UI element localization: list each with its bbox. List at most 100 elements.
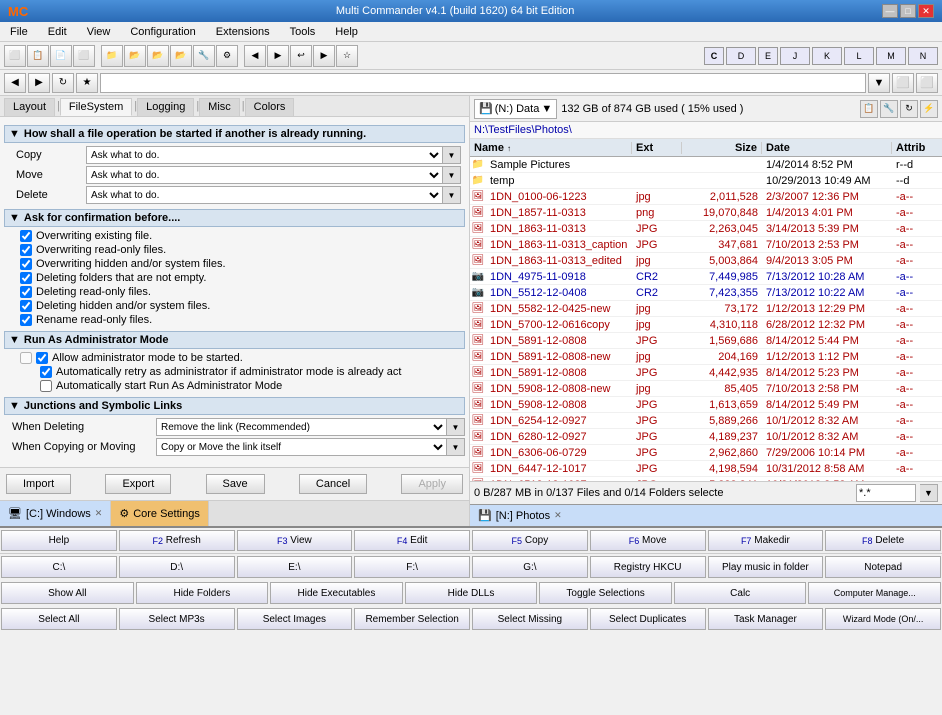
chk-delete-hidden[interactable] bbox=[20, 300, 32, 312]
fh-icon-refresh[interactable]: ↻ bbox=[900, 100, 918, 118]
btn-drive-f[interactable]: F:\ bbox=[354, 556, 470, 578]
toolbar-btn-3[interactable]: 📄 bbox=[50, 45, 72, 67]
tab-misc[interactable]: Misc bbox=[199, 98, 240, 116]
menu-help[interactable]: Help bbox=[329, 25, 364, 39]
close-button[interactable]: ✕ bbox=[918, 4, 934, 18]
btn-hide-dlls[interactable]: Hide DLLs bbox=[405, 582, 538, 604]
drive-dropdown-arrow[interactable]: ▼ bbox=[541, 103, 552, 115]
file-row[interactable]: 🖼 1DN_6280-12-0927 JPG 4,189,237 10/1/20… bbox=[470, 429, 942, 445]
drive-j-btn[interactable]: J bbox=[780, 47, 810, 65]
when-deleting-select[interactable]: Remove the link (Recommended) bbox=[156, 418, 447, 436]
file-row[interactable]: 🖼 1DN_1863-11-0313_edited jpg 5,003,864 … bbox=[470, 253, 942, 269]
btn-edit[interactable]: F4 Edit bbox=[354, 530, 470, 551]
drive-k-btn[interactable]: K bbox=[812, 47, 842, 65]
save-button[interactable]: Save bbox=[206, 474, 265, 494]
btn-notepad[interactable]: Notepad bbox=[825, 556, 941, 578]
btn-makedir[interactable]: F7 Makedir bbox=[708, 530, 824, 551]
copy-select-arrow[interactable]: ▼ bbox=[443, 146, 461, 164]
menu-view[interactable]: View bbox=[81, 25, 117, 39]
drive-m-btn[interactable]: M bbox=[876, 47, 906, 65]
file-row[interactable]: 🖼 1DN_6447-12-1017 JPG 4,198,594 10/31/2… bbox=[470, 461, 942, 477]
forward-button[interactable]: ▶ bbox=[28, 73, 50, 93]
when-deleting-arrow[interactable]: ▼ bbox=[447, 418, 465, 436]
when-copying-select[interactable]: Copy or Move the link itself bbox=[156, 438, 447, 456]
toolbar-btn-2[interactable]: 📋 bbox=[27, 45, 49, 67]
toolbar-btn-10[interactable]: ⚙ bbox=[216, 45, 238, 67]
file-row[interactable]: 🖼 1DN_5582-12-0425-new jpg 73,172 1/12/2… bbox=[470, 301, 942, 317]
file-row[interactable]: 🖼 1DN_5700-12-0616copy jpg 4,310,118 6/2… bbox=[470, 317, 942, 333]
chk-admin-autostart[interactable] bbox=[40, 380, 52, 392]
drive-c-btn[interactable]: C bbox=[704, 47, 724, 65]
btn-select-mp3s[interactable]: Select MP3s bbox=[119, 608, 235, 630]
file-row[interactable]: 🖼 1DN_6254-12-0927 JPG 5,889,266 10/1/20… bbox=[470, 413, 942, 429]
btn-help[interactable]: Help bbox=[1, 530, 117, 551]
tab-c-windows[interactable]: 🖥 [C:] Windows ✕ bbox=[0, 501, 111, 526]
tab-core-settings[interactable]: ⚙ Core Settings bbox=[111, 501, 209, 526]
drive-e-btn[interactable]: E bbox=[758, 47, 778, 65]
btn-select-missing[interactable]: Select Missing bbox=[472, 608, 588, 630]
file-row[interactable]: 🖼 1DN_5891-12-0808 JPG 4,442,935 8/14/20… bbox=[470, 365, 942, 381]
btn-drive-d[interactable]: D:\ bbox=[119, 556, 235, 578]
import-button[interactable]: Import bbox=[6, 474, 71, 494]
col-header-name[interactable]: Name ↑ bbox=[470, 142, 632, 154]
move-select-arrow[interactable]: ▼ bbox=[443, 166, 461, 184]
drive-d-btn[interactable]: D bbox=[726, 47, 756, 65]
col-header-date[interactable]: Date bbox=[762, 142, 892, 154]
toolbar-btn-6[interactable]: 📂 bbox=[124, 45, 146, 67]
nav-icon-1[interactable]: ⬜ bbox=[892, 73, 914, 93]
window-controls[interactable]: — □ ✕ bbox=[882, 4, 934, 18]
toolbar-btn-7[interactable]: 📂 bbox=[147, 45, 169, 67]
btn-calc[interactable]: Calc bbox=[674, 582, 807, 604]
file-row[interactable]: 🖼 1DN_1863-11-0313 JPG 2,263,045 3/14/20… bbox=[470, 221, 942, 237]
file-row[interactable]: 📷 1DN_4975-11-0918 CR2 7,449,985 7/13/20… bbox=[470, 269, 942, 285]
btn-play-music[interactable]: Play music in folder bbox=[708, 556, 824, 578]
file-row[interactable]: 🖼 1DN_0100-06-1223 jpg 2,011,528 2/3/200… bbox=[470, 189, 942, 205]
btn-select-duplicates[interactable]: Select Duplicates bbox=[590, 608, 706, 630]
chk-admin-retry[interactable] bbox=[40, 366, 52, 378]
btn-copy[interactable]: F5 Copy bbox=[472, 530, 588, 551]
btn-move[interactable]: F6 Move bbox=[590, 530, 706, 551]
nav-icon-2[interactable]: ⬜ bbox=[916, 73, 938, 93]
move-select[interactable]: Ask what to do. bbox=[86, 166, 443, 184]
btn-refresh[interactable]: F2 Refresh bbox=[119, 530, 235, 551]
tab-c-close[interactable]: ✕ bbox=[95, 508, 103, 519]
btn-select-all[interactable]: Select All bbox=[1, 608, 117, 630]
minimize-button[interactable]: — bbox=[882, 4, 898, 18]
file-row[interactable]: 🖼 1DN_5891-12-0808-new jpg 204,169 1/12/… bbox=[470, 349, 942, 365]
export-button[interactable]: Export bbox=[105, 474, 171, 494]
chk-overwrite-hidden[interactable] bbox=[20, 258, 32, 270]
btn-registry[interactable]: Registry HKCU bbox=[590, 556, 706, 578]
collapse-icon-3[interactable]: ▼ bbox=[9, 334, 20, 346]
file-row[interactable]: 🖼 1DN_6306-06-0729 JPG 2,962,860 7/29/20… bbox=[470, 445, 942, 461]
menu-edit[interactable]: Edit bbox=[42, 25, 73, 39]
chk-admin-allow[interactable] bbox=[20, 352, 32, 364]
toolbar-btn-14[interactable]: ▶ bbox=[313, 45, 335, 67]
delete-select[interactable]: Ask what to do. bbox=[86, 186, 443, 204]
chk-rename-readonly[interactable] bbox=[20, 314, 32, 326]
btn-hide-executables[interactable]: Hide Executables bbox=[270, 582, 403, 604]
fh-icon-1[interactable]: 📋 bbox=[860, 100, 878, 118]
btn-task-manager[interactable]: Task Manager bbox=[708, 608, 824, 630]
btn-toggle-selections[interactable]: Toggle Selections bbox=[539, 582, 672, 604]
when-copying-arrow[interactable]: ▼ bbox=[447, 438, 465, 456]
tab-layout[interactable]: Layout bbox=[4, 98, 55, 116]
file-filter-input[interactable] bbox=[856, 484, 916, 502]
toolbar-btn-4[interactable]: ⬜ bbox=[73, 45, 95, 67]
btn-hide-folders[interactable]: Hide Folders bbox=[136, 582, 269, 604]
cancel-button[interactable]: Cancel bbox=[299, 474, 367, 494]
file-row[interactable]: 🖼 1DN_5908-12-0808-new jpg 85,405 7/10/2… bbox=[470, 381, 942, 397]
maximize-button[interactable]: □ bbox=[900, 4, 916, 18]
chk-delete-nonempty[interactable] bbox=[20, 272, 32, 284]
bookmark-button[interactable]: ★ bbox=[76, 73, 98, 93]
fh-icon-flash[interactable]: ⚡ bbox=[920, 100, 938, 118]
menu-file[interactable]: File bbox=[4, 25, 34, 39]
btn-wizard-mode[interactable]: Wizard Mode (On/... bbox=[825, 608, 941, 630]
toolbar-btn-5[interactable]: 📁 bbox=[101, 45, 123, 67]
file-row[interactable]: 🖼 1DN_1863-11-0313_caption JPG 347,681 7… bbox=[470, 237, 942, 253]
menu-extensions[interactable]: Extensions bbox=[210, 25, 276, 39]
toolbar-btn-13[interactable]: ↩ bbox=[290, 45, 312, 67]
drive-selector[interactable]: 💾 (N:) Data ▼ bbox=[474, 99, 557, 119]
toolbar-btn-8[interactable]: 📂 bbox=[170, 45, 192, 67]
refresh-button[interactable]: ↻ bbox=[52, 73, 74, 93]
chk-delete-readonly[interactable] bbox=[20, 286, 32, 298]
